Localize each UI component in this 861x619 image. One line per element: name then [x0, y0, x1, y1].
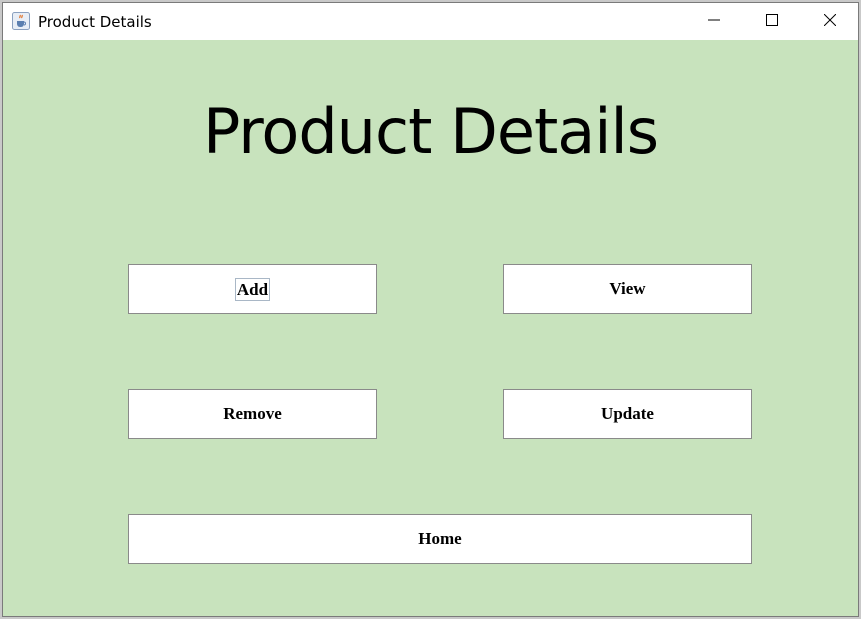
content-panel: Product Details Add View Remove Update H… — [3, 40, 858, 616]
remove-button[interactable]: Remove — [128, 389, 377, 439]
window-title: Product Details — [38, 13, 152, 31]
minimize-button[interactable] — [685, 3, 743, 40]
home-button-label: Home — [418, 529, 462, 548]
home-button[interactable]: Home — [128, 514, 752, 564]
minimize-icon — [708, 13, 720, 31]
add-button-label: Add — [234, 277, 271, 301]
view-button[interactable]: View — [503, 264, 752, 314]
title-bar[interactable]: Product Details — [3, 3, 858, 40]
close-button[interactable] — [801, 3, 859, 40]
remove-button-label: Remove — [223, 404, 282, 423]
view-button-label: View — [609, 279, 646, 298]
maximize-button[interactable] — [743, 3, 801, 40]
close-icon — [823, 13, 837, 31]
java-cup-icon — [12, 12, 30, 30]
add-button[interactable]: Add — [128, 264, 377, 314]
page-title: Product Details — [202, 95, 659, 168]
update-button[interactable]: Update — [503, 389, 752, 439]
maximize-icon — [766, 13, 778, 31]
update-button-label: Update — [601, 404, 654, 423]
product-details-window: Product Details Product Details Add View… — [2, 2, 859, 617]
